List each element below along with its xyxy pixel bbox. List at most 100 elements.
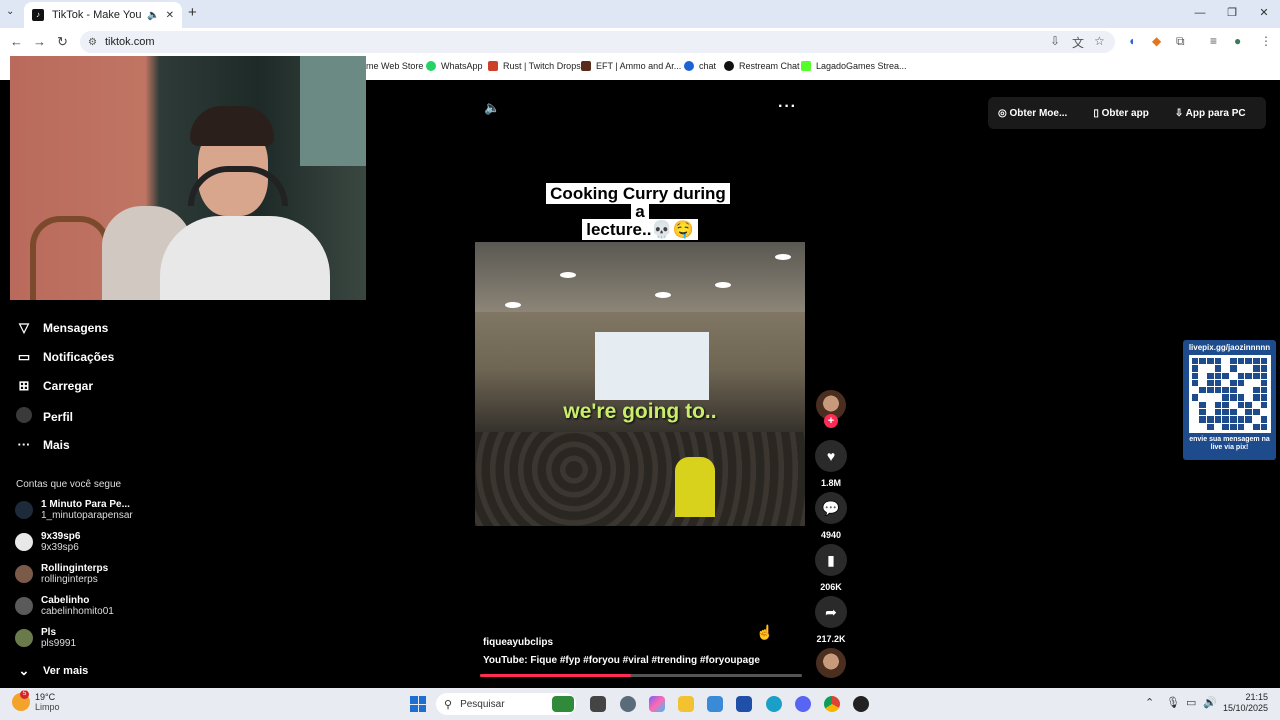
close-window-button[interactable]: ✕ bbox=[1248, 0, 1280, 28]
save-button[interactable]: ▮ 206K bbox=[815, 544, 847, 592]
tiktok-favicon-icon: ♪ bbox=[32, 9, 44, 21]
settings-icon[interactable] bbox=[620, 696, 636, 712]
metamask-icon[interactable]: ◆ bbox=[1152, 34, 1161, 48]
restream-icon bbox=[724, 61, 734, 71]
address-bar[interactable]: ⚙ tiktok.com bbox=[80, 31, 1115, 53]
profile-avatar-icon[interactable]: ● bbox=[1234, 34, 1241, 48]
bookmark-item[interactable]: Restream Chat bbox=[724, 61, 800, 71]
weather-badge: 5 bbox=[20, 690, 29, 699]
chevron-down-icon: ⌄ bbox=[18, 663, 30, 678]
tab-search-icon[interactable]: ⌄ bbox=[6, 6, 14, 17]
start-button[interactable] bbox=[410, 696, 426, 712]
video-player[interactable]: we're going to.. bbox=[475, 242, 805, 526]
sidebar-item-notificacoes[interactable]: ▭ Notificações bbox=[16, 349, 115, 365]
eft-icon bbox=[581, 61, 591, 71]
see-more-button[interactable]: ⌄ Ver mais bbox=[16, 663, 89, 679]
search-icon: ⚲ bbox=[444, 698, 453, 711]
avatar bbox=[15, 597, 33, 615]
edge-icon[interactable] bbox=[766, 696, 782, 712]
discord-icon[interactable] bbox=[795, 696, 811, 712]
bookmark-star-icon[interactable]: ☆ bbox=[1094, 34, 1105, 48]
tab-tiktok[interactable]: ♪ TikTok - Make Your Day 🔈 ✕ bbox=[24, 2, 182, 28]
bookmark-item[interactable]: chat bbox=[684, 61, 716, 71]
upload-icon: ⊞ bbox=[18, 378, 30, 393]
extension-icon[interactable]: ◖ bbox=[1128, 34, 1135, 48]
kick-icon bbox=[801, 61, 811, 71]
followed-account[interactable]: 1 Minuto Para Pe... 1_minutoparapensar bbox=[15, 499, 133, 521]
followed-account[interactable]: 9x39sp6 9x39sp6 bbox=[15, 531, 80, 553]
qr-code bbox=[1188, 355, 1271, 433]
new-tab-button[interactable]: + bbox=[188, 4, 197, 21]
bookmark-item[interactable]: WhatsApp bbox=[426, 61, 483, 71]
chrome-icon[interactable] bbox=[824, 696, 840, 712]
webcam-overlay bbox=[10, 56, 366, 300]
tab-audio-icon[interactable]: 🔈 bbox=[147, 10, 159, 21]
network-icon[interactable]: ▭ bbox=[1186, 696, 1196, 709]
bookmark-item[interactable]: LagadoGames Strea... bbox=[801, 61, 907, 71]
pc-app-button[interactable]: ⇩ App para PC bbox=[1175, 108, 1259, 119]
followed-account[interactable]: Rollinginterps rollinginterps bbox=[15, 563, 108, 585]
store-icon[interactable] bbox=[736, 696, 752, 712]
folder-icon[interactable] bbox=[678, 696, 694, 712]
restore-button[interactable]: ❐ bbox=[1216, 0, 1248, 28]
comment-icon: 💬 bbox=[815, 492, 847, 524]
avatar bbox=[15, 501, 33, 519]
copilot-icon[interactable] bbox=[649, 696, 665, 712]
sidebar-item-mais[interactable]: ··· Mais bbox=[16, 437, 70, 452]
weather-widget[interactable]: 5 19°C Limpo bbox=[12, 690, 60, 712]
photos-icon[interactable] bbox=[707, 696, 723, 712]
video-author[interactable]: fiqueayubclips bbox=[483, 637, 553, 648]
obs-icon[interactable] bbox=[853, 696, 869, 712]
hand-cursor-icon: ☝ bbox=[756, 624, 774, 640]
more-icon: ··· bbox=[17, 437, 31, 452]
top-actions: ◎ Obter Moe... ▯ Obter app ⇩ App para PC bbox=[988, 97, 1280, 129]
speaker-icon[interactable]: 🔊 bbox=[1203, 696, 1217, 709]
file-app-icon[interactable] bbox=[590, 696, 606, 712]
tray-chevron-icon[interactable]: ⌃ bbox=[1145, 696, 1154, 709]
video-progress-bar[interactable] bbox=[480, 674, 802, 677]
forward-button[interactable]: → bbox=[33, 34, 46, 49]
projector-screen bbox=[595, 332, 709, 400]
install-app-icon[interactable]: ⇩ bbox=[1050, 34, 1060, 48]
webcam-hair bbox=[190, 106, 274, 146]
bookmark-icon: ▮ bbox=[815, 544, 847, 576]
browser-menu-icon[interactable]: ⋮ bbox=[1260, 34, 1272, 48]
bookmark-item[interactable]: me Web Store bbox=[366, 61, 423, 71]
video-light bbox=[655, 292, 671, 298]
sidebar-item-carregar[interactable]: ⊞ Carregar bbox=[16, 378, 93, 394]
follow-plus-icon[interactable]: + bbox=[824, 414, 838, 428]
sidebar-item-mensagens[interactable]: ▽ Mensagens bbox=[16, 320, 108, 336]
avatar bbox=[15, 565, 33, 583]
browser-tab-bar: ⌄ ♪ TikTok - Make Your Day 🔈 ✕ + — ❐ ✕ bbox=[0, 0, 1280, 28]
followed-account[interactable]: Pls pls9991 bbox=[15, 627, 76, 649]
video-light bbox=[715, 282, 731, 288]
followed-account[interactable]: Cabelinho cabelinhomito01 bbox=[15, 595, 114, 617]
weather-sun-icon: 5 bbox=[12, 690, 30, 711]
get-coins-button[interactable]: ◎ Obter Moe... bbox=[998, 108, 1080, 119]
video-student bbox=[675, 457, 715, 517]
sidebar-item-perfil[interactable]: Perfil bbox=[16, 407, 73, 426]
following-title: Contas que você segue bbox=[16, 479, 122, 490]
sound-avatar[interactable] bbox=[815, 648, 847, 678]
more-options-icon[interactable]: ··· bbox=[778, 98, 797, 116]
volume-icon[interactable]: 🔈 bbox=[484, 100, 500, 116]
avatar bbox=[15, 533, 33, 551]
reading-list-icon[interactable]: ≡ bbox=[1210, 34, 1217, 48]
comment-button[interactable]: 💬 4940 bbox=[815, 492, 847, 540]
copilot-app-icon[interactable] bbox=[552, 696, 574, 712]
like-button[interactable]: ♥ 1.8M bbox=[815, 440, 847, 488]
clock[interactable]: 21:15 15/10/2025 bbox=[1220, 692, 1268, 714]
bookmark-item[interactable]: Rust | Twitch Drops bbox=[488, 61, 581, 71]
share-button[interactable]: ➦ 217.2K bbox=[815, 596, 847, 644]
get-app-button[interactable]: ▯ Obter app bbox=[1093, 108, 1162, 119]
bookmark-item[interactable]: EFT | Ammo and Ar... bbox=[581, 61, 681, 71]
back-button[interactable]: ← bbox=[10, 34, 23, 49]
extensions-puzzle-icon[interactable]: ⧉ bbox=[1176, 34, 1185, 49]
microphone-icon[interactable]: 🎙 bbox=[1166, 696, 1180, 709]
translate-icon[interactable]: 文 bbox=[1072, 34, 1084, 51]
avatar bbox=[15, 629, 33, 647]
reload-button[interactable]: ↻ bbox=[57, 34, 68, 50]
tab-close-icon[interactable]: ✕ bbox=[166, 10, 174, 21]
minimize-button[interactable]: — bbox=[1184, 0, 1216, 28]
site-info-icon[interactable]: ⚙ bbox=[88, 37, 97, 48]
